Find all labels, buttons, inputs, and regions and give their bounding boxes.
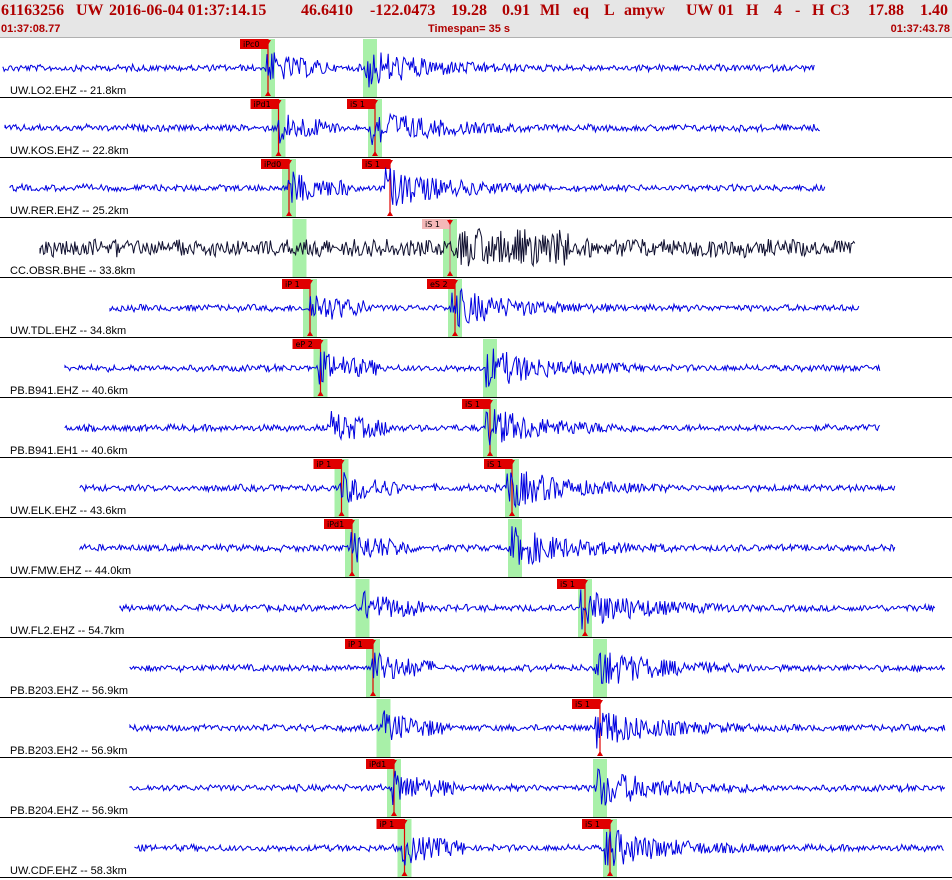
trace-row[interactable]: iP 1 iS 1 UW.CDF.EHZ -- 58.3km (0, 819, 952, 878)
trace-row[interactable]: iS 1 CC.OBSR.BHE -- 33.8km (0, 219, 952, 278)
pick-label: iS 1 (575, 700, 590, 709)
pick-label: iP 1 (317, 460, 332, 469)
pick-label: iS 1 (465, 400, 480, 409)
solution-version: 01 (718, 2, 734, 19)
pick-label: iPc0 (243, 40, 260, 49)
pick-window (355, 579, 370, 637)
station-label: CC.OBSR.BHE -- 33.8km (10, 265, 135, 277)
event-location-type: L (604, 2, 615, 19)
waveform (79, 526, 896, 566)
event-depth: 19.28 (451, 2, 487, 19)
station-label: PB.B941.EH1 -- 40.6km (10, 445, 127, 457)
trace-row[interactable]: iPd1 PB.B204.EHZ -- 56.9km (0, 759, 952, 818)
waveform (119, 589, 936, 630)
event-magnitude: 0.91 (502, 2, 530, 19)
event-author: amyw (624, 2, 665, 19)
trace-row[interactable]: iP 1 PB.B203.EHZ -- 56.9km (0, 639, 952, 698)
event-header: 61163256 UW 2016-06-04 01:37:14.15 46.64… (0, 0, 952, 38)
pick-window (292, 219, 307, 277)
trace-row[interactable]: iS 1 PB.B941.EH1 -- 40.6km (0, 399, 952, 458)
pick-label: iS 1 (425, 220, 440, 229)
timespan-label: Timespan= 35 s (428, 23, 511, 35)
waveform (79, 471, 896, 509)
waveform (129, 768, 946, 806)
time-range-line: 01:37:08.77 Timespan= 35 s 01:37:43.78 (0, 22, 952, 37)
event-mag-type: Ml (540, 2, 560, 19)
station-label: UW.FL2.EHZ -- 54.7km (10, 625, 124, 637)
trace-row[interactable]: iPc0 UW.LO2.EHZ -- 21.8km (0, 39, 952, 98)
pick-label: iS 1 (350, 100, 365, 109)
station-label: UW.LO2.EHZ -- 21.8km (10, 85, 126, 97)
waveform (64, 348, 881, 388)
trace-row[interactable]: iS 1 UW.FL2.EHZ -- 54.7km (0, 579, 952, 638)
solution-gap-code: C3 (830, 2, 850, 19)
pick-label: iS 1 (560, 580, 575, 589)
station-label: PB.B203.EH2 -- 56.9km (10, 745, 127, 757)
station-label: PB.B203.EHZ -- 56.9km (10, 685, 128, 697)
pick-marker-bottom (387, 211, 393, 216)
waveform (2, 52, 815, 88)
event-summary-line: 61163256 UW 2016-06-04 01:37:14.15 46.64… (0, 0, 952, 22)
seismogram-panel[interactable]: iPc0 UW.LO2.EHZ -- 21.8km iPd1 iS 1 UW.KOS.E… (0, 38, 952, 880)
event-latitude: 46.6410 (301, 2, 353, 19)
station-label: PB.B204.EHZ -- 56.9km (10, 805, 128, 817)
event-datetime: 2016-06-04 01:37:14.15 (109, 2, 267, 19)
event-id: 61163256 (1, 2, 65, 19)
trace-row[interactable]: iP 1 eS 2 UW.TDL.EHZ -- 34.8km (0, 279, 952, 338)
waveform (134, 829, 944, 866)
waveform (4, 112, 820, 145)
pick-label: eS 2 (430, 280, 448, 289)
waveform (9, 167, 826, 206)
station-label: UW.TDL.EHZ -- 34.8km (10, 325, 126, 337)
solution-quality: H (812, 2, 825, 19)
pick-label: iP 1 (285, 280, 300, 289)
event-type: eq (573, 2, 589, 19)
waveform (64, 409, 881, 446)
waveform (109, 287, 860, 328)
pick-label: iPd1 (254, 100, 271, 109)
trace-row[interactable]: eP 2 PB.B941.EHZ -- 40.6km (0, 339, 952, 398)
pick-label: iP 1 (348, 640, 363, 649)
seismogram-canvas[interactable]: iPc0 UW.LO2.EHZ -- 21.8km iPd1 iS 1 UW.KOS.E… (0, 38, 952, 880)
solution-value-a: 17.88 (868, 2, 904, 19)
solution-dash: - (795, 2, 801, 19)
waveform (129, 652, 946, 684)
pick-label: iPd1 (369, 760, 386, 769)
pick-window (593, 639, 607, 697)
trace-row[interactable]: iPd0 iS 1 UW.RER.EHZ -- 25.2km (0, 159, 952, 218)
pick-label: iPd1 (327, 520, 344, 529)
solution-phase-count: 4 (774, 2, 782, 19)
start-time: 01:37:08.77 (1, 23, 61, 35)
event-network: UW (76, 2, 104, 19)
event-longitude: -122.0473 (370, 2, 436, 19)
pick-window (376, 699, 391, 757)
station-label: UW.ELK.EHZ -- 43.6km (10, 505, 126, 517)
trace-row[interactable]: iPd1 iS 1 UW.KOS.EHZ -- 22.8km (0, 99, 952, 158)
pick-label: iS 1 (365, 160, 380, 169)
trace-row[interactable]: iPd1 UW.FMW.EHZ -- 44.0km (0, 519, 952, 578)
station-label: UW.RER.EHZ -- 25.2km (10, 205, 129, 217)
trace-row[interactable]: iP 1 iS 1 UW.ELK.EHZ -- 43.6km (0, 459, 952, 518)
pick-marker-bottom (597, 751, 603, 756)
pick-label: iP 1 (380, 820, 395, 829)
solution-network: UW (686, 2, 714, 19)
trace-row[interactable]: iS 1 PB.B203.EH2 -- 56.9km (0, 699, 952, 758)
station-label: UW.KOS.EHZ -- 22.8km (10, 145, 129, 157)
pick-label: iPd0 (264, 160, 281, 169)
waveform (129, 710, 946, 749)
station-label: UW.FMW.EHZ -- 44.0km (10, 565, 131, 577)
end-time: 01:37:43.78 (890, 23, 950, 35)
pick-label: iS 1 (585, 820, 600, 829)
pick-label: iS 1 (487, 460, 502, 469)
pick-label: eP 2 (296, 340, 313, 349)
station-label: PB.B941.EHZ -- 40.6km (10, 385, 128, 397)
station-label: UW.CDF.EHZ -- 58.3km (10, 865, 127, 877)
solution-value-b: 1.40 (920, 2, 948, 19)
solution-status: H (746, 2, 759, 19)
